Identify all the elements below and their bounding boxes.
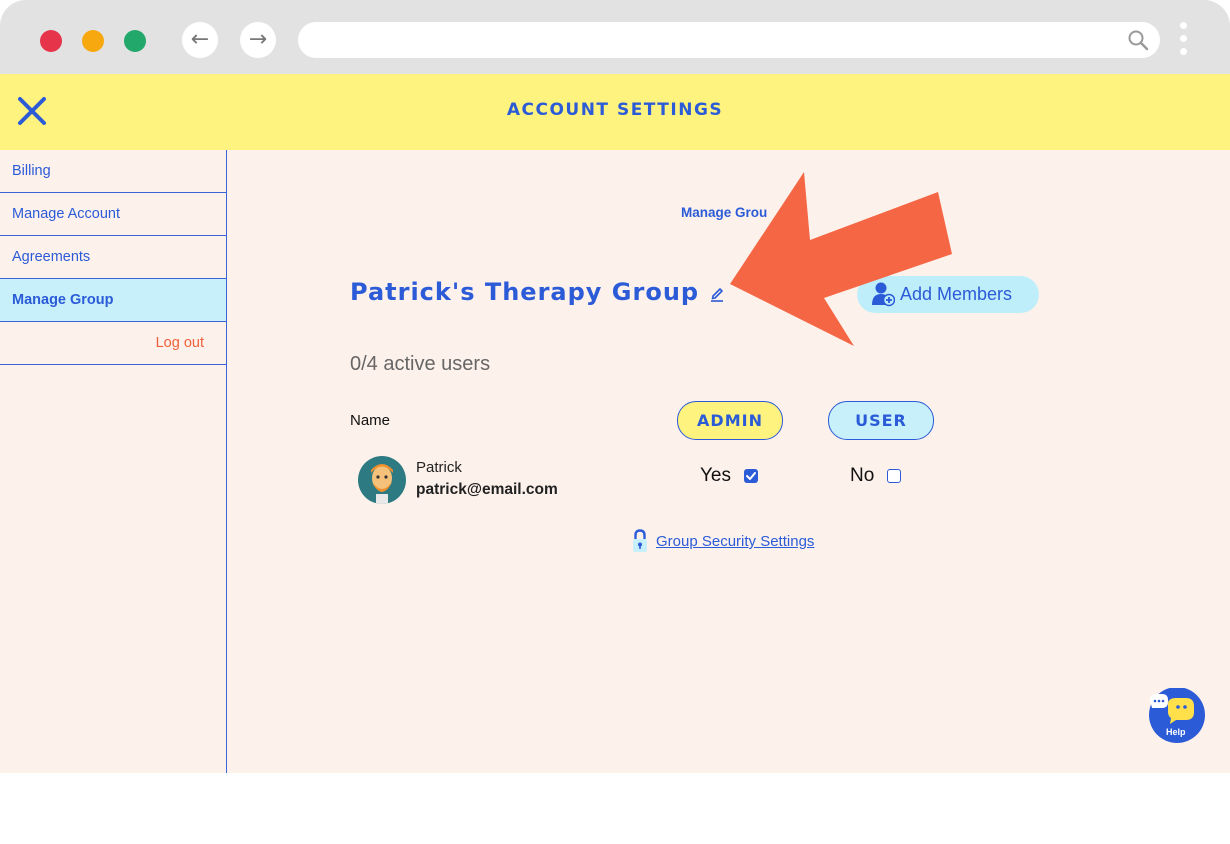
name-column-header: Name xyxy=(350,412,391,429)
edit-pencil-icon[interactable] xyxy=(709,284,725,302)
avatar-illustration xyxy=(371,464,393,504)
settings-sidebar: Billing Manage Account Agreements Manage… xyxy=(0,150,227,773)
back-arrow-icon[interactable]: ← xyxy=(182,22,218,58)
group-security-settings-link[interactable]: Group Security Settings xyxy=(656,533,814,550)
browser-chrome: ← → xyxy=(0,0,1230,74)
lock-icon xyxy=(633,529,647,552)
maximize-window-dot[interactable] xyxy=(124,30,146,52)
member-email: patrick@email.com xyxy=(416,481,558,498)
avatar xyxy=(358,456,406,504)
sidebar-item-agreements[interactable]: Agreements xyxy=(0,236,226,278)
minimize-window-dot[interactable] xyxy=(82,30,104,52)
close-window-dot[interactable] xyxy=(40,30,62,52)
browser-menu-icon[interactable] xyxy=(1176,22,1190,62)
admin-column-badge: ADMIN xyxy=(677,401,783,440)
sidebar-item-manage-group[interactable]: Manage Group xyxy=(0,278,226,322)
admin-value: Yes xyxy=(700,465,731,486)
page-title: ACCOUNT SETTINGS xyxy=(506,100,724,120)
search-icon[interactable] xyxy=(1126,28,1150,52)
forward-arrow-icon[interactable]: → xyxy=(240,22,276,58)
sidebar-item-manage-account[interactable]: Manage Account xyxy=(0,193,226,236)
user-column-badge: USER xyxy=(828,401,934,440)
sidebar-item-billing[interactable]: Billing xyxy=(0,150,226,193)
user-value: No xyxy=(850,465,875,486)
address-bar[interactable] xyxy=(298,22,1160,58)
member-name: Patrick xyxy=(416,459,462,476)
checkmark-icon xyxy=(746,472,756,480)
browser-window: ← → ACCOUNT SETTINGS Billing Manage Acco… xyxy=(0,0,1230,773)
logout-link[interactable]: Log out xyxy=(0,322,226,365)
active-users-count: 0/4 active users xyxy=(350,353,491,375)
group-name-heading: Patrick's Therapy Group xyxy=(350,278,700,306)
pointer-arrow-annotation xyxy=(730,172,952,346)
admin-checkbox[interactable] xyxy=(744,469,758,483)
user-checkbox[interactable] xyxy=(887,469,901,483)
help-label: Help xyxy=(1166,727,1186,737)
